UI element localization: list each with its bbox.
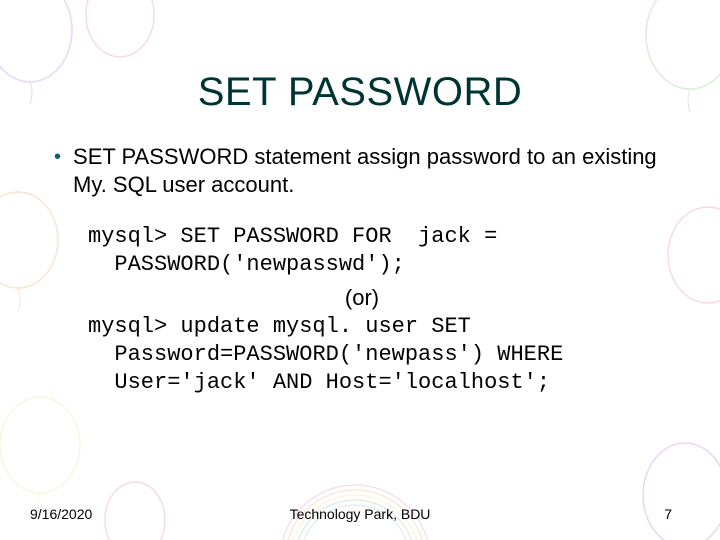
code-example-2: mysql> update mysql. user SET Password=P…: [54, 313, 670, 397]
slide-container: SET PASSWORD • SET PASSWORD statement as…: [0, 0, 720, 540]
slide-footer: 9/16/2020 Technology Park, BDU 7: [0, 506, 720, 522]
bullet-item: • SET PASSWORD statement assign password…: [54, 143, 670, 199]
code-line: User='jack' AND Host='localhost';: [114, 370, 550, 395]
footer-date: 9/16/2020: [30, 506, 92, 522]
slide-body: • SET PASSWORD statement assign password…: [50, 143, 670, 397]
code-line: mysql> update mysql. user SET: [88, 314, 471, 339]
bullet-text: SET PASSWORD statement assign password t…: [73, 143, 670, 199]
or-separator: (or): [54, 285, 670, 311]
footer-org: Technology Park, BDU: [290, 506, 431, 522]
slide-title: SET PASSWORD: [50, 70, 670, 115]
footer-page-number: 7: [664, 506, 672, 522]
code-line: PASSWORD('newpasswd');: [114, 252, 404, 277]
code-example-1: mysql> SET PASSWORD FOR jack = PASSWORD(…: [54, 223, 670, 279]
code-line: mysql> SET PASSWORD FOR jack =: [88, 224, 497, 249]
bullet-icon: •: [54, 143, 61, 171]
code-line: Password=PASSWORD('newpass') WHERE: [114, 342, 563, 367]
